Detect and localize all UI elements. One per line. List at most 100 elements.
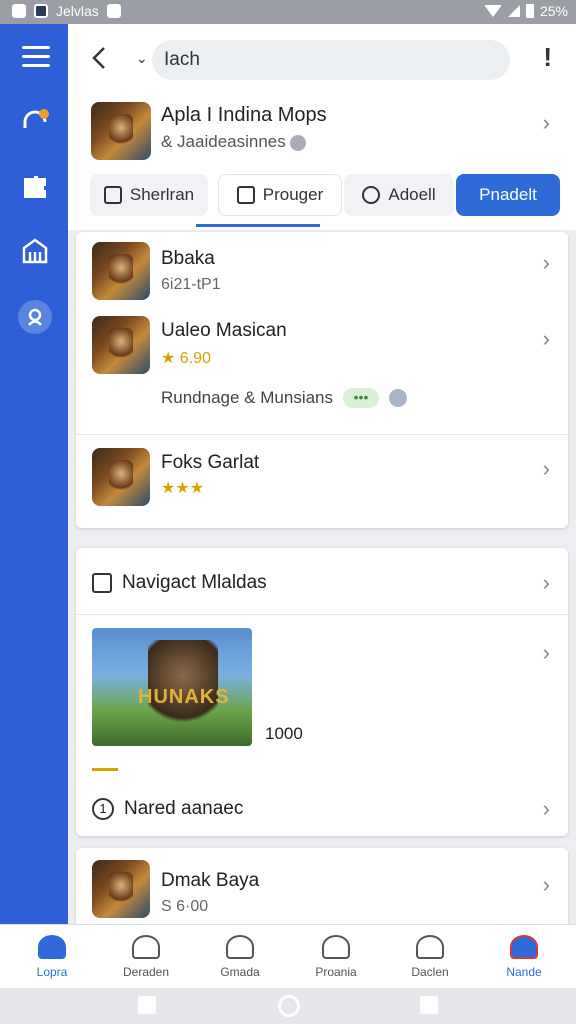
app-header: Apla I Indina Mops & Jaaideasinnes › She…	[68, 94, 576, 230]
app-subtitle-text: & Jaaideasinnes	[161, 132, 286, 151]
status-bar: Jelvlas 25%	[0, 0, 576, 24]
section-footer[interactable]: 1 Nared aanaec	[92, 798, 243, 820]
tab-pnadelt[interactable]: Pnadelt	[456, 174, 560, 216]
nav-label: Daclen	[411, 965, 449, 979]
calendar-icon	[92, 573, 112, 593]
app-notification-icon	[34, 4, 48, 18]
app-thumbnail[interactable]	[91, 102, 151, 160]
nav-activity[interactable]: Proania	[288, 925, 384, 989]
nav-home[interactable]: Lopra	[4, 925, 100, 989]
app-name: Bbaka	[161, 248, 215, 269]
apps-icon	[510, 935, 538, 959]
app-thumbnail	[92, 860, 150, 918]
app-meta: S 6·00	[161, 898, 209, 915]
home-icon	[38, 935, 66, 959]
sidebar-item-headset[interactable]	[18, 104, 52, 138]
tab-label: Adoell	[388, 185, 436, 204]
app-meta: 6i21-tP1	[161, 276, 221, 293]
section-title-text: Navigact Mlaldas	[122, 572, 267, 593]
chevron-right-icon[interactable]: ›	[543, 640, 550, 666]
top-bar: ⌄ Iach !	[68, 24, 576, 94]
banner-logo: HUNAKS	[138, 686, 230, 708]
app-name: Dmak Baya	[161, 870, 260, 891]
back-button[interactable]	[90, 44, 114, 74]
app-thumbnail	[92, 448, 150, 506]
divider	[76, 614, 568, 615]
search-input[interactable]: Iach	[152, 40, 510, 80]
section-title[interactable]: Navigact Mlaldas	[92, 572, 267, 594]
accent-line	[92, 768, 118, 771]
nav-inbox[interactable]: Daclen	[382, 925, 478, 989]
app-thumbnail	[92, 242, 150, 300]
tab-sherlran[interactable]: Sherlran	[90, 174, 208, 216]
search-user-icon	[132, 935, 160, 959]
tagline-text: Rundnage & Munsians	[161, 388, 334, 407]
nav-search[interactable]: Deraden	[98, 925, 194, 989]
app-rating: ★★★	[161, 480, 205, 497]
divider	[76, 434, 568, 435]
signal-icon	[507, 5, 520, 17]
list-item[interactable]: Dmak Baya S 6·00 ›	[76, 858, 568, 924]
sidebar-item-puzzle[interactable]	[18, 170, 52, 204]
tab-bar: Sherlran Prouger Adoell Pnadelt	[90, 174, 560, 218]
inbox-icon	[416, 935, 444, 959]
chevron-right-icon: ›	[542, 872, 550, 897]
list-item[interactable]: Ualeo Masican ★ 6.90 ›	[76, 316, 568, 382]
featured-banner[interactable]: HUNAKS	[92, 628, 252, 746]
app-thumbnail	[92, 316, 150, 374]
back-arrow-icon	[92, 47, 105, 69]
chevron-right-icon: ›	[542, 326, 550, 351]
app-subtitle: & Jaaideasinnes	[161, 132, 306, 152]
app-list-card-2: Dmak Baya S 6·00 ›	[76, 848, 568, 928]
list-item[interactable]: Foks Garlat ★★★ ›	[76, 448, 568, 514]
tag-pill[interactable]: •••	[343, 388, 380, 408]
chevron-down-icon[interactable]: ⌄	[136, 50, 148, 67]
app-name: Foks Garlat	[161, 452, 260, 473]
nav-profile[interactable]: Gmada	[192, 925, 288, 989]
puzzle-icon	[24, 176, 46, 198]
battery-icon	[525, 4, 534, 18]
tab-prouger[interactable]: Prouger	[218, 174, 342, 216]
tab-label: Prouger	[262, 185, 324, 204]
tab-label: Pnadelt	[479, 185, 537, 204]
recents-system-button[interactable]	[420, 996, 438, 1014]
notification-icon	[12, 4, 26, 18]
chevron-right-icon[interactable]: ›	[543, 570, 550, 596]
sidebar-item-profile[interactable]	[18, 300, 52, 334]
nav-label: Gmada	[220, 965, 260, 979]
battery-level: 25%	[539, 3, 568, 19]
chevron-right-icon[interactable]: ›	[543, 796, 550, 822]
chevron-right-icon[interactable]: ›	[543, 110, 550, 136]
download-icon	[106, 4, 121, 18]
bottom-nav: Lopra Deraden Gmada Proania Daclen Nande	[0, 924, 576, 988]
tab-label: Sherlran	[129, 185, 195, 204]
menu-icon[interactable]	[22, 46, 50, 68]
app-list-card: Bbaka 6i21-tP1 › Ualeo Masican ★ 6.90 › …	[76, 232, 568, 528]
status-app-name: Jelvlas	[56, 3, 99, 19]
app-rating: ★ 6.90	[161, 350, 211, 367]
info-circle-icon: 1	[92, 798, 114, 820]
info-icon[interactable]	[289, 134, 306, 151]
tab-adoell[interactable]: Adoell	[344, 174, 454, 216]
store-icon	[22, 238, 48, 264]
headset-icon	[23, 109, 49, 128]
nav-label: Deraden	[122, 965, 170, 979]
featured-section-card: Navigact Mlaldas › HUNAKS 1000 › 1 Nared…	[76, 548, 568, 836]
tagline: Rundnage & Munsians •••	[161, 388, 408, 408]
nav-label: Nande	[506, 965, 542, 979]
person-icon	[226, 935, 254, 959]
chevron-right-icon: ›	[542, 250, 550, 275]
home-system-button[interactable]	[278, 995, 300, 1017]
expand-icon[interactable]	[389, 389, 408, 407]
activity-icon	[322, 935, 350, 959]
nav-more[interactable]: Nande	[476, 925, 572, 989]
character-art	[148, 640, 218, 730]
sidebar-item-store[interactable]	[18, 234, 52, 268]
tag-icon	[362, 186, 381, 204]
back-system-button[interactable]	[138, 996, 156, 1014]
app-title: Apla I Indina Mops	[161, 104, 327, 126]
nav-label: Lopra	[36, 965, 68, 979]
list-item[interactable]: Bbaka 6i21-tP1 ›	[76, 242, 568, 308]
more-button[interactable]: !	[543, 42, 552, 73]
document-icon	[236, 186, 255, 204]
